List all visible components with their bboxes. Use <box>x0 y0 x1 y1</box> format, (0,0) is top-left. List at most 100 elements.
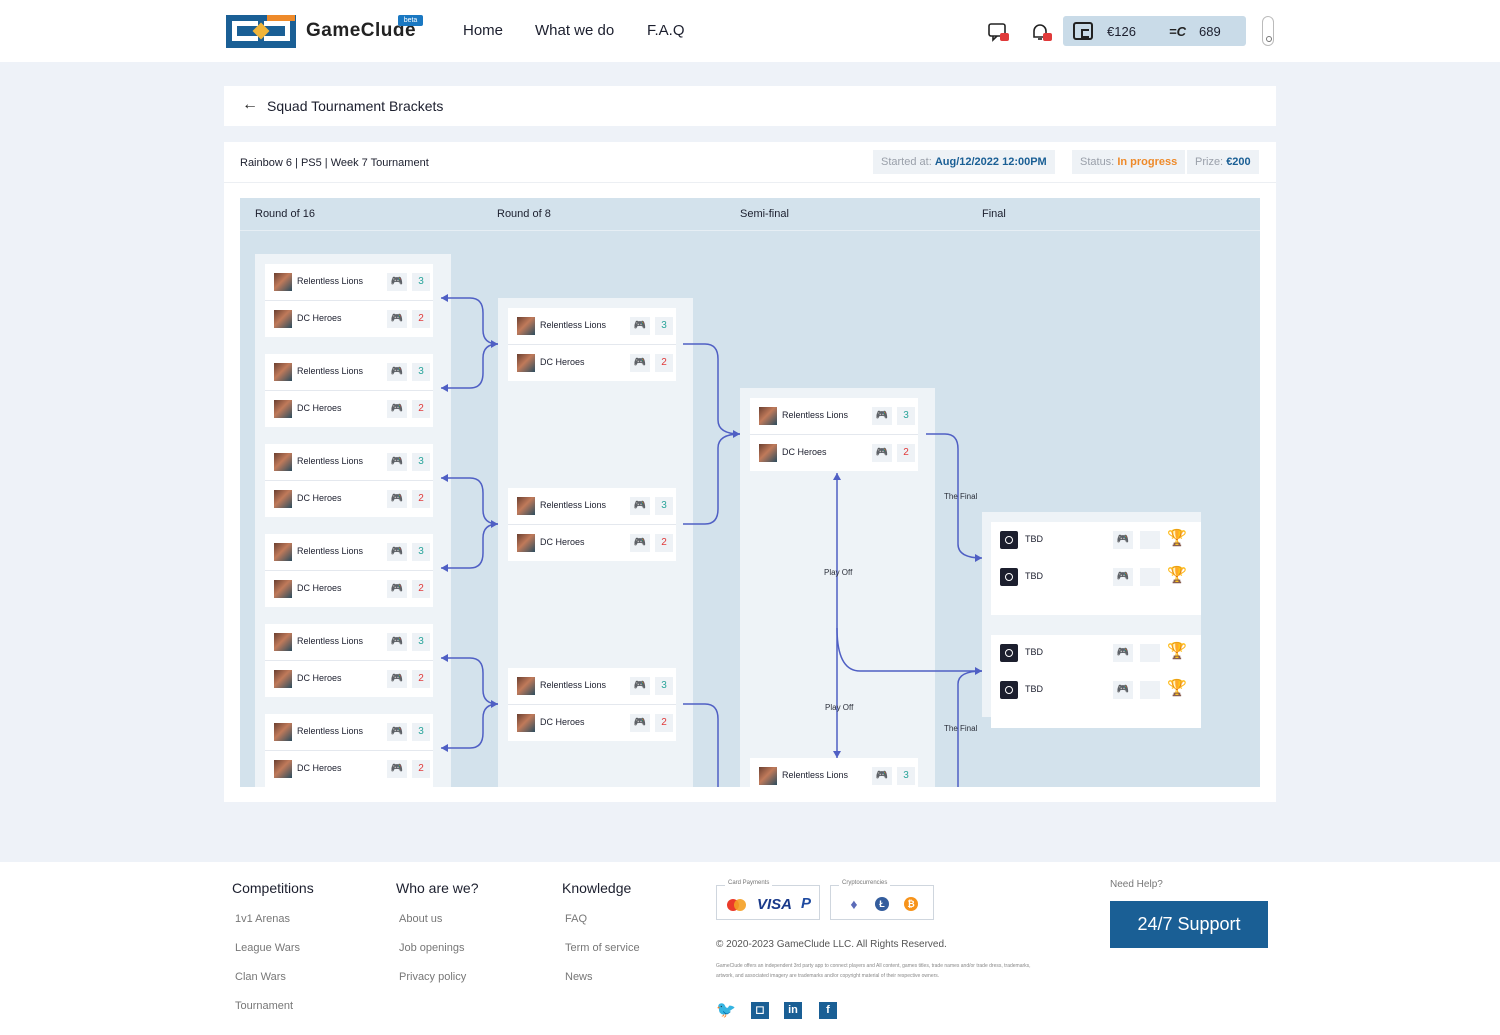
litecoin-icon: Ł <box>875 897 889 911</box>
team-row[interactable]: DC Heroes 🎮 2 <box>265 300 433 336</box>
nav-faq[interactable]: F.A.Q <box>647 22 685 39</box>
footer-who-title: Who are we? <box>396 880 479 896</box>
team-score: 3 <box>897 407 915 425</box>
team-row[interactable]: Relentless Lions 🎮 3 <box>265 534 433 570</box>
twitter-icon[interactable]: 🐦 <box>716 1002 736 1019</box>
team-row[interactable]: DC Heroes 🎮 2 <box>265 390 433 426</box>
footer-link-faq[interactable]: FAQ <box>565 913 587 925</box>
team-name: DC Heroes <box>297 313 342 323</box>
team-row[interactable]: DC Heroes 🎮 2 <box>265 480 433 516</box>
footer-link-about-us[interactable]: About us <box>399 913 442 925</box>
facebook-icon[interactable]: f <box>819 1002 837 1019</box>
team-row[interactable]: TBD 🎮 🏆 <box>991 672 1201 709</box>
match-r16-2[interactable]: Relentless Lions 🎮 3 DC Heroes 🎮 2 <box>265 354 433 427</box>
team-row[interactable]: DC Heroes 🎮 2 <box>265 750 433 786</box>
team-row[interactable]: DC Heroes 🎮 2 <box>265 570 433 606</box>
team-avatar <box>274 760 292 778</box>
match-semi-1[interactable]: Relentless Lions 🎮 3 DC Heroes 🎮 2 <box>750 398 918 471</box>
team-row[interactable]: DC Heroes 🎮 2 <box>750 434 918 470</box>
prize-chip: Prize: €200 <box>1187 150 1259 174</box>
team-score: 3 <box>412 273 430 291</box>
page-title: Squad Tournament Brackets <box>267 98 444 114</box>
team-score: 2 <box>412 490 430 508</box>
final-match-1[interactable]: TBD 🎮 🏆 TBD 🎮 🏆 <box>991 522 1201 615</box>
team-row[interactable]: Relentless Lions 🎮 3 <box>265 444 433 480</box>
team-avatar <box>517 677 535 695</box>
match-semi-2[interactable]: Relentless Lions 🎮 3 <box>750 758 918 787</box>
team-row[interactable]: Relentless Lions 🎮 3 <box>508 308 676 344</box>
team-name: DC Heroes <box>297 673 342 683</box>
team-name: Relentless Lions <box>297 636 364 646</box>
team-score <box>1140 644 1160 662</box>
footer-link-1v1-arenas[interactable]: 1v1 Arenas <box>235 913 290 925</box>
team-name: Relentless Lions <box>540 320 607 330</box>
gamepad-icon: 🎮 <box>387 633 407 651</box>
team-avatar <box>517 317 535 335</box>
team-name: Relentless Lions <box>297 546 364 556</box>
match-r16-5[interactable]: Relentless Lions 🎮 3 DC Heroes 🎮 2 <box>265 624 433 697</box>
team-name: DC Heroes <box>297 493 342 503</box>
match-r8-1[interactable]: Relentless Lions 🎮 3 DC Heroes 🎮 2 <box>508 308 676 381</box>
linkedin-icon[interactable]: in <box>784 1002 802 1019</box>
team-row[interactable]: TBD 🎮 🏆 <box>991 522 1201 559</box>
team-row[interactable]: Relentless Lions 🎮 3 <box>750 758 918 787</box>
team-row[interactable]: Relentless Lions 🎮 3 <box>265 714 433 750</box>
label-the-final-bottom: The Final <box>944 724 978 733</box>
instagram-icon[interactable]: ◻ <box>751 1002 769 1019</box>
match-r16-1[interactable]: Relentless Lions 🎮 3 DC Heroes 🎮 2 <box>265 264 433 337</box>
back-arrow-icon[interactable]: ← <box>242 96 258 114</box>
team-row[interactable]: DC Heroes 🎮 2 <box>508 524 676 560</box>
bell-icon[interactable] <box>1030 22 1052 42</box>
tournament-info: Rainbow 6 | PS5 | Week 7 Tournament <box>240 157 429 169</box>
team-row[interactable]: DC Heroes 🎮 2 <box>265 660 433 696</box>
team-score: 3 <box>412 363 430 381</box>
final-match-2[interactable]: TBD 🎮 🏆 TBD 🎮 🏆 <box>991 635 1201 728</box>
team-row[interactable]: TBD 🎮 🏆 <box>991 635 1201 672</box>
team-row[interactable]: Relentless Lions 🎮 3 <box>265 264 433 300</box>
gamepad-icon: 🎮 <box>387 400 407 418</box>
team-avatar <box>517 497 535 515</box>
team-row[interactable]: Relentless Lions 🎮 3 <box>508 668 676 704</box>
match-r8-3[interactable]: Relentless Lions 🎮 3 DC Heroes 🎮 2 <box>508 668 676 741</box>
team-score: 3 <box>412 453 430 471</box>
team-row[interactable]: Relentless Lions 🎮 3 <box>265 624 433 660</box>
match-r16-6[interactable]: Relentless Lions 🎮 3 DC Heroes 🎮 2 <box>265 714 433 787</box>
bracket-card: Rainbow 6 | PS5 | Week 7 Tournament Star… <box>224 142 1276 802</box>
bracket-stage[interactable]: Round of 16 Round of 8 Semi-final Final <box>240 198 1260 787</box>
footer-link-job-openings[interactable]: Job openings <box>399 942 464 954</box>
team-avatar <box>517 714 535 732</box>
wallet-balance[interactable]: €126 =C 689 <box>1063 16 1246 46</box>
team-name: TBD <box>1025 647 1043 657</box>
team-row[interactable]: TBD 🎮 🏆 <box>991 559 1201 596</box>
gameclude-logo[interactable] <box>226 15 296 48</box>
footer-link-privacy-policy[interactable]: Privacy policy <box>399 971 466 983</box>
team-row[interactable]: Relentless Lions 🎮 3 <box>508 488 676 524</box>
support-button[interactable]: 24/7 Support <box>1110 901 1268 948</box>
gamepad-icon: 🎮 <box>1113 568 1133 586</box>
footer-link-tournament[interactable]: Tournament <box>235 1000 293 1012</box>
team-row[interactable]: DC Heroes 🎮 2 <box>508 704 676 740</box>
footer-link-news[interactable]: News <box>565 971 593 983</box>
match-r16-4[interactable]: Relentless Lions 🎮 3 DC Heroes 🎮 2 <box>265 534 433 607</box>
team-avatar <box>274 400 292 418</box>
team-name: DC Heroes <box>540 357 585 367</box>
nav-what-we-do[interactable]: What we do <box>535 22 614 39</box>
match-r16-3[interactable]: Relentless Lions 🎮 3 DC Heroes 🎮 2 <box>265 444 433 517</box>
footer-link-league-wars[interactable]: League Wars <box>235 942 300 954</box>
team-score: 2 <box>655 714 673 732</box>
gamepad-icon: 🎮 <box>630 317 650 335</box>
nav-home[interactable]: Home <box>463 22 503 39</box>
crypto-caption: Cryptocurrencies <box>839 880 891 886</box>
team-row[interactable]: Relentless Lions 🎮 3 <box>265 354 433 390</box>
team-row[interactable]: Relentless Lions 🎮 3 <box>750 398 918 434</box>
team-row[interactable]: DC Heroes 🎮 2 <box>508 344 676 380</box>
footer-link-terms[interactable]: Term of service <box>565 942 640 954</box>
chat-icon[interactable] <box>987 22 1009 42</box>
team-avatar <box>759 767 777 785</box>
team-score: 2 <box>412 310 430 328</box>
theme-toggle[interactable] <box>1262 16 1274 46</box>
team-score: 2 <box>412 670 430 688</box>
team-avatar <box>274 670 292 688</box>
footer-link-clan-wars[interactable]: Clan Wars <box>235 971 286 983</box>
match-r8-2[interactable]: Relentless Lions 🎮 3 DC Heroes 🎮 2 <box>508 488 676 561</box>
